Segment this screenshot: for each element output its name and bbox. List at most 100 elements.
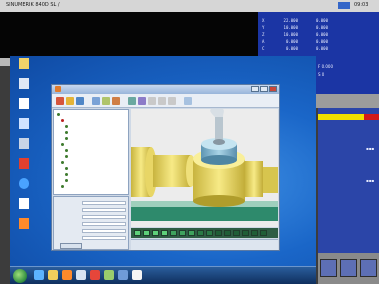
taskbar-app3-icon[interactable] (104, 270, 114, 280)
desktop-icon-cam[interactable] (12, 158, 36, 180)
sim-step[interactable] (242, 230, 249, 236)
sim-step[interactable] (251, 230, 258, 236)
network-icon (19, 118, 29, 129)
tree-node[interactable] (65, 178, 69, 183)
cnc-header-title: SINUMERIK 840D SL / (6, 2, 60, 8)
close-button[interactable] (269, 86, 277, 92)
tree-node[interactable] (65, 130, 69, 135)
simulation-timeline[interactable] (131, 228, 278, 238)
tree-node[interactable] (61, 142, 65, 147)
app-logo-icon (55, 86, 61, 92)
sim-step[interactable] (224, 230, 231, 236)
tool-view-icon[interactable] (92, 97, 100, 105)
window-title-bar[interactable] (52, 85, 279, 94)
recycle-bin-icon (19, 78, 29, 89)
tree-node[interactable] (57, 112, 61, 117)
tree-node[interactable] (65, 124, 69, 129)
cnc-program-display (0, 12, 258, 58)
taskbar-media-icon[interactable] (62, 270, 72, 280)
cam-shortcut-icon (19, 158, 29, 169)
sim-step[interactable] (215, 230, 222, 236)
cnc-warning-bar (318, 114, 364, 120)
property-field[interactable] (82, 201, 126, 205)
property-field[interactable] (82, 215, 126, 219)
desktop-icon-settings[interactable] (12, 198, 36, 220)
desktop-icon-recycle[interactable] (12, 78, 36, 100)
property-field[interactable] (82, 236, 126, 240)
taskbar-app1-icon[interactable] (76, 270, 86, 280)
tool-verify-icon[interactable] (138, 97, 146, 105)
tool-settings-icon[interactable] (184, 97, 192, 105)
softkey-3[interactable] (360, 259, 377, 277)
sim-step[interactable] (188, 230, 195, 236)
tree-node[interactable] (61, 184, 65, 189)
desktop-icon-program[interactable] (12, 218, 36, 240)
minimize-button[interactable] (251, 86, 259, 92)
windows-taskbar (10, 266, 316, 284)
maximize-button[interactable] (260, 86, 268, 92)
windows-desktop (10, 56, 316, 284)
sim-step[interactable] (134, 230, 141, 236)
tree-node[interactable] (65, 172, 69, 177)
tool-open-icon[interactable] (66, 97, 74, 105)
position-row-a: A 0.000 0.000 (262, 39, 328, 44)
property-field[interactable] (82, 208, 126, 212)
cnc-panel-text-2: ▪▪▪ (366, 178, 375, 183)
sim-step[interactable] (152, 230, 159, 236)
sim-step[interactable] (170, 230, 177, 236)
sim-step[interactable] (179, 230, 186, 236)
tree-node[interactable] (65, 154, 69, 159)
cnc-mode-badge (338, 2, 350, 9)
tree-node[interactable] (65, 148, 69, 153)
tree-node[interactable] (65, 136, 69, 141)
taskbar-app4-icon[interactable] (118, 270, 128, 280)
cnc-alarm-indicator (364, 114, 379, 120)
tool-new-icon[interactable] (56, 97, 64, 105)
softkey-1[interactable] (320, 259, 337, 277)
sim-step[interactable] (143, 230, 150, 236)
taskbar-app5-icon[interactable] (132, 270, 142, 280)
tool-simulate-icon[interactable] (128, 97, 136, 105)
ok-button[interactable] (60, 243, 82, 249)
position-row-y: Y 10.000 0.000 (262, 25, 328, 30)
softkey-2[interactable] (340, 259, 357, 277)
start-button[interactable] (13, 269, 27, 283)
desktop-icon-ie[interactable] (12, 178, 36, 200)
property-field[interactable] (82, 229, 126, 233)
tool-stock-icon[interactable] (102, 97, 110, 105)
settings-icon (19, 198, 29, 209)
sim-step[interactable] (197, 230, 204, 236)
sim-step[interactable] (161, 230, 168, 236)
tool-pan-icon[interactable] (158, 97, 166, 105)
cam-application-window[interactable] (51, 84, 280, 251)
tool-zoom-icon[interactable] (148, 97, 156, 105)
ie-icon (19, 178, 29, 189)
sim-step[interactable] (206, 230, 213, 236)
position-row-z: Z 10.000 0.000 (262, 32, 328, 37)
tool-save-icon[interactable] (76, 97, 84, 105)
screen: SINUMERIK 840D SL / 09:03 X 22.000 0.000 Y… (0, 0, 379, 284)
taskbar-ie-icon[interactable] (34, 270, 44, 280)
tree-node[interactable] (61, 118, 65, 123)
tool-operation-icon[interactable] (112, 97, 120, 105)
properties-panel (53, 196, 129, 250)
taskbar-app2-icon[interactable] (90, 270, 100, 280)
desktop-icon-folder[interactable] (12, 58, 36, 80)
property-field[interactable] (82, 222, 126, 226)
tree-node[interactable] (61, 160, 65, 165)
property-row (56, 207, 128, 213)
desktop-icon-document[interactable] (12, 98, 36, 120)
tool-rotate-icon[interactable] (168, 97, 176, 105)
cam-status-bar (131, 239, 278, 250)
sim-step[interactable] (260, 230, 267, 236)
cnc-side-panel: ▪▪▪ ▪▪▪ (318, 108, 379, 253)
property-row (56, 200, 128, 206)
desktop-icon-app[interactable] (12, 138, 36, 160)
cnc-panel-text-1: ▪▪▪ (366, 146, 375, 151)
sim-step[interactable] (233, 230, 240, 236)
3d-viewport[interactable] (131, 109, 278, 227)
desktop-icon-network[interactable] (12, 118, 36, 140)
tree-node[interactable] (65, 166, 69, 171)
taskbar-explorer-icon[interactable] (48, 270, 58, 280)
position-row-c: C 0.000 0.000 (262, 46, 328, 51)
